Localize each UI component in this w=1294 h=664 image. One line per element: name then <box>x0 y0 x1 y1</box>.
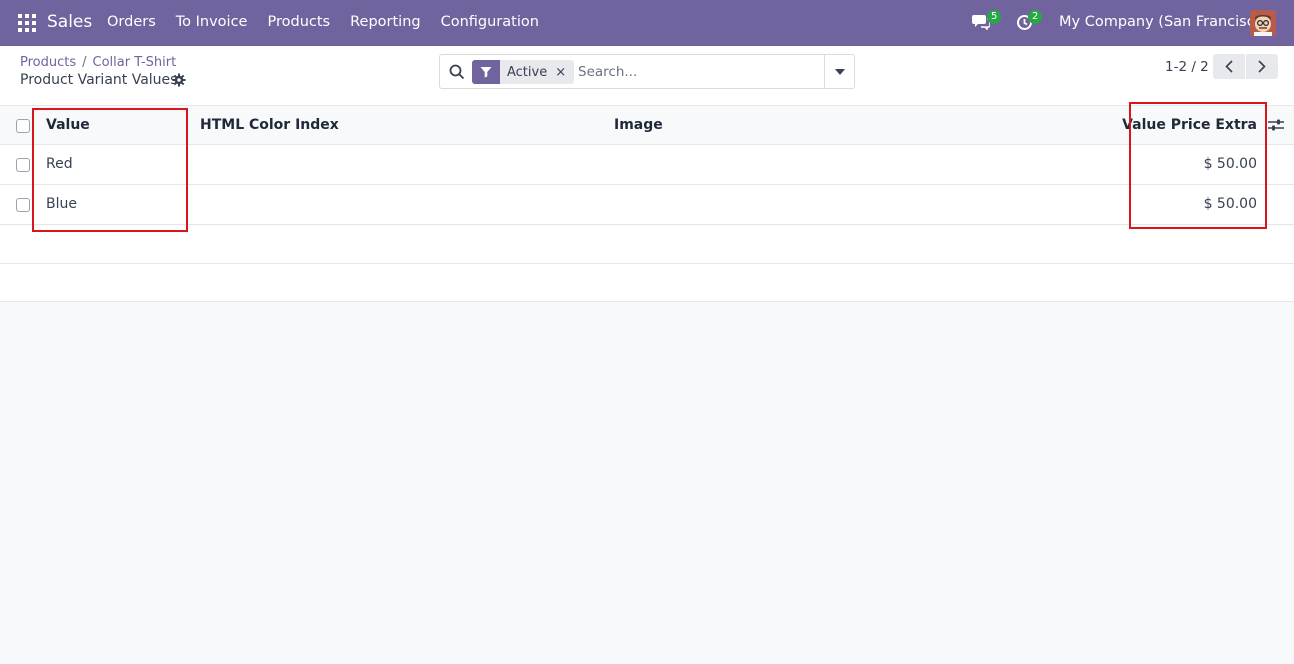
search-box: Active × <box>439 54 855 89</box>
empty-table-row <box>0 264 1294 302</box>
cell-value-price-extra[interactable]: $ 50.00 <box>1204 196 1257 212</box>
cell-value-price-extra[interactable]: $ 50.00 <box>1204 156 1257 172</box>
breadcrumb-collar-tshirt[interactable]: Collar T-Shirt <box>93 55 177 70</box>
app-name[interactable]: Sales <box>47 12 92 32</box>
search-facet-active: Active × <box>472 60 575 84</box>
pager-previous-button[interactable] <box>1213 54 1245 79</box>
column-header-value-price-extra[interactable]: Value Price Extra <box>1122 117 1257 133</box>
pager-next-button[interactable] <box>1246 54 1278 79</box>
menu-item-products[interactable]: Products <box>267 14 330 30</box>
column-header-value[interactable]: Value <box>46 117 90 133</box>
column-header-html-color-index[interactable]: HTML Color Index <box>200 117 339 133</box>
menu-item-to-invoice[interactable]: To Invoice <box>176 14 248 30</box>
pager-value[interactable]: 1-2 / 2 <box>1165 59 1209 75</box>
table-header-row: Value HTML Color Index Image Value Price… <box>0 106 1294 145</box>
facet-remove-icon[interactable]: × <box>555 65 574 80</box>
activity-count-badge: 2 <box>1028 10 1043 24</box>
optional-columns-icon[interactable] <box>1268 118 1284 132</box>
menu-item-configuration[interactable]: Configuration <box>441 14 539 30</box>
list-view-table: Value HTML Color Index Image Value Price… <box>0 106 1294 225</box>
search-input[interactable] <box>578 61 818 83</box>
breadcrumb: Products / Collar T-Shirt <box>20 55 177 70</box>
cell-value[interactable]: Red <box>46 156 73 172</box>
menu-item-orders[interactable]: Orders <box>107 14 156 30</box>
search-icon <box>449 64 465 80</box>
company-switcher[interactable]: My Company (San Francisco) <box>1059 14 1269 30</box>
row-checkbox[interactable] <box>16 158 30 172</box>
control-panel: Products / Collar T-Shirt Product Variant … <box>0 46 1294 106</box>
chevron-left-icon <box>1225 60 1233 73</box>
caret-down-icon <box>834 68 845 75</box>
empty-table-row <box>0 226 1294 264</box>
row-checkbox[interactable] <box>16 198 30 212</box>
user-avatar[interactable] <box>1250 10 1276 36</box>
gear-icon[interactable] <box>172 73 186 87</box>
breadcrumb-products[interactable]: Products <box>20 55 76 70</box>
menu-item-reporting[interactable]: Reporting <box>350 14 421 30</box>
column-header-image[interactable]: Image <box>614 117 663 133</box>
chat-count-badge: 5 <box>987 10 1002 24</box>
page-title: Product Variant Values <box>20 72 178 88</box>
table-row[interactable]: Red $ 50.00 <box>0 145 1294 185</box>
search-options-toggle[interactable] <box>824 55 854 88</box>
table-row[interactable]: Blue $ 50.00 <box>0 185 1294 225</box>
filter-icon <box>472 60 500 84</box>
cell-value[interactable]: Blue <box>46 196 77 212</box>
select-all-checkbox[interactable] <box>16 119 30 133</box>
main-menu: Orders To Invoice Products Reporting Con… <box>107 14 559 30</box>
top-navbar: Sales Orders To Invoice Products Reporti… <box>0 0 1294 46</box>
chevron-right-icon <box>1258 60 1266 73</box>
apps-grid-icon[interactable] <box>18 14 36 32</box>
facet-label: Active <box>507 64 548 80</box>
